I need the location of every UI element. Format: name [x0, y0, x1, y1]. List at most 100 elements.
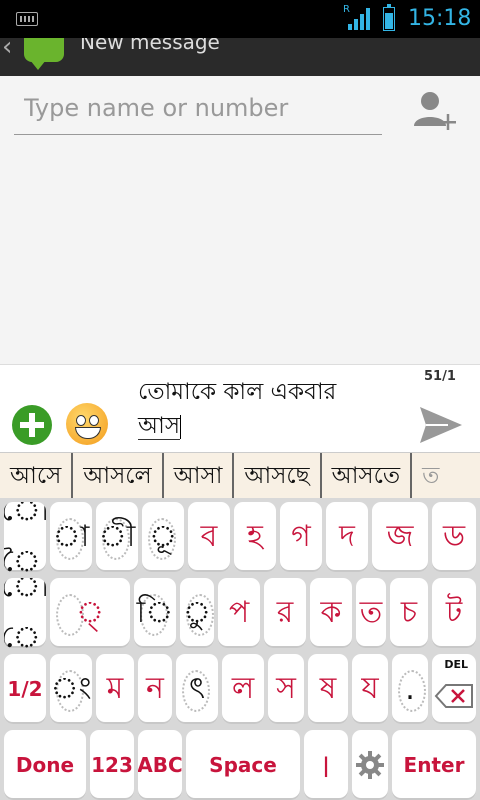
- key-label: ক: [320, 594, 342, 630]
- key[interactable]: ট: [432, 578, 476, 648]
- key[interactable]: া: [50, 502, 92, 572]
- key-label: হ: [247, 518, 263, 554]
- emoji-button[interactable]: [66, 403, 108, 445]
- key[interactable]: ৎ: [176, 654, 218, 724]
- key-label: Enter: [403, 753, 465, 777]
- key-label: ট: [445, 594, 463, 630]
- status-bar: R 15:18: [0, 0, 480, 38]
- suggestion-item[interactable]: আসে: [0, 453, 74, 499]
- key-label: ব: [200, 518, 218, 554]
- key[interactable]: ম: [96, 654, 134, 724]
- key[interactable]: ্: [50, 578, 130, 648]
- add-attachment-button[interactable]: [12, 405, 52, 445]
- key-label: া: [52, 518, 90, 554]
- key[interactable]: য: [352, 654, 388, 724]
- suggestion-item[interactable]: আসতে: [322, 453, 413, 499]
- key-label: দ: [339, 518, 355, 554]
- key[interactable]: ল: [222, 654, 264, 724]
- key[interactable]: চ: [390, 578, 428, 648]
- key[interactable]: ব: [188, 502, 230, 572]
- key[interactable]: ী: [96, 502, 138, 572]
- composing-text: আস: [138, 413, 181, 440]
- gear-icon: [356, 751, 384, 779]
- recipient-input[interactable]: [14, 90, 382, 126]
- suggestion-item[interactable]: আসা: [164, 453, 235, 499]
- key[interactable]: স: [268, 654, 304, 724]
- emoji-eye-icon: [89, 415, 99, 426]
- key-label: ত: [359, 594, 383, 630]
- character-counter: 51/1: [424, 369, 456, 384]
- key-label: ু: [182, 594, 212, 630]
- key[interactable]: প: [218, 578, 260, 648]
- numbers-key[interactable]: 123: [90, 730, 134, 800]
- abc-key[interactable]: ABC: [138, 730, 182, 800]
- bangla-keyboard: ৌ ৈ া ী ূ ব হ গ দ জ ড ো ে ্ ি ু প র ক ত …: [0, 498, 480, 800]
- screen-title: New message: [80, 38, 220, 54]
- key-label: ন: [146, 670, 164, 706]
- key-label: ি: [136, 594, 174, 630]
- keyboard-notification-icon: [16, 12, 38, 26]
- settings-key[interactable]: [352, 730, 388, 800]
- clock: 15:18: [408, 6, 472, 31]
- messaging-app-icon[interactable]: [24, 38, 64, 70]
- key[interactable]: ূ: [142, 502, 184, 572]
- delete-key-label: DEL: [444, 658, 468, 671]
- key[interactable]: ৌ ৈ: [4, 502, 46, 572]
- key[interactable]: গ: [280, 502, 322, 572]
- key-label: ূ: [148, 518, 178, 554]
- key-label: ABC: [138, 753, 182, 777]
- key-label: Done: [15, 753, 75, 777]
- add-contact-icon[interactable]: [412, 88, 458, 134]
- key-label: ল: [231, 670, 255, 706]
- key-label: ড: [442, 518, 466, 554]
- suggestion-strip: আসে আসলে আসা আসছে আসতে ত: [0, 452, 480, 499]
- back-chevron-icon[interactable]: ‹: [2, 38, 12, 62]
- key[interactable]: ং: [50, 654, 92, 724]
- key-label: ো ে: [4, 578, 46, 648]
- key-label: ম: [106, 670, 124, 706]
- key-label: 123: [91, 753, 133, 777]
- key-label: গ: [291, 518, 311, 554]
- delete-key[interactable]: DEL: [432, 654, 476, 724]
- key[interactable]: ড: [432, 502, 476, 572]
- done-key[interactable]: Done: [4, 730, 86, 800]
- key[interactable]: দ: [326, 502, 368, 572]
- action-bar: ‹ New message: [0, 38, 480, 76]
- key[interactable]: ন: [138, 654, 172, 724]
- key[interactable]: ু: [180, 578, 214, 648]
- enter-key[interactable]: Enter: [392, 730, 476, 800]
- key[interactable]: হ: [234, 502, 276, 572]
- emoji-eye-icon: [76, 415, 86, 426]
- space-key[interactable]: Space: [186, 730, 300, 800]
- shift-page-key[interactable]: 1/2: [4, 654, 46, 724]
- key-label: র: [276, 594, 294, 630]
- key[interactable]: জ: [372, 502, 428, 572]
- suggestion-item[interactable]: আসলে: [73, 453, 164, 499]
- text-cursor: [180, 414, 182, 439]
- key[interactable]: ি: [134, 578, 176, 648]
- send-icon[interactable]: [418, 405, 464, 445]
- signal-icon: [348, 8, 372, 30]
- key-label: ্: [75, 594, 105, 630]
- key-label: ৎ: [188, 670, 206, 706]
- key[interactable]: .: [392, 654, 428, 724]
- message-line: তোমাকে কাল একবার: [138, 379, 337, 405]
- key[interactable]: ষ: [308, 654, 348, 724]
- key[interactable]: ক: [310, 578, 352, 648]
- emoji-mouth-icon: [75, 427, 101, 439]
- danda-key[interactable]: |: [304, 730, 348, 800]
- key-label: Space: [209, 753, 277, 777]
- key-label: ী: [98, 518, 136, 554]
- suggestion-item[interactable]: ত: [412, 453, 449, 499]
- key[interactable]: র: [264, 578, 306, 648]
- recipient-field[interactable]: [14, 90, 382, 135]
- key[interactable]: ত: [356, 578, 386, 648]
- key-label: 1/2: [7, 677, 43, 701]
- key-label: চ: [400, 594, 418, 630]
- key[interactable]: ো ে: [4, 578, 46, 648]
- key-label: য: [361, 670, 379, 706]
- compose-bar: 51/1 তোমাকে কাল একবার আস: [0, 364, 480, 453]
- suggestion-item[interactable]: আসছে: [234, 453, 322, 499]
- message-input[interactable]: তোমাকে কাল একবার আস: [138, 375, 408, 443]
- battery-icon: [383, 4, 395, 31]
